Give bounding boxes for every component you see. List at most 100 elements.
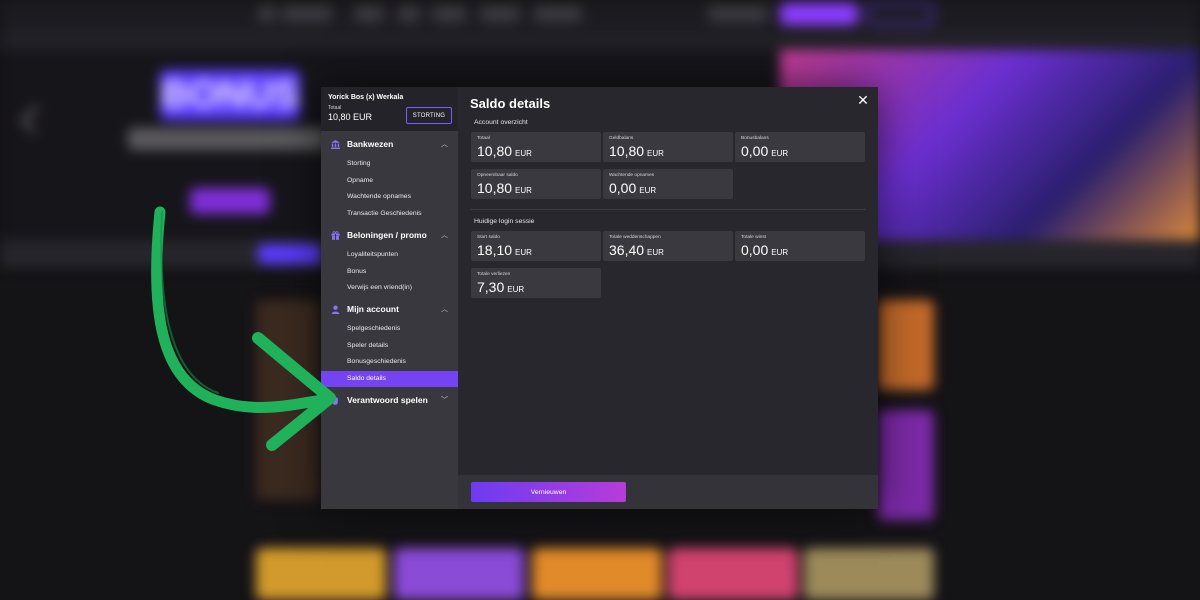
bg-game-tile	[394, 548, 524, 600]
bg-hero-bonus-text: BONUS	[160, 70, 300, 120]
user-icon	[331, 305, 340, 314]
balance-card-bonusbalans: Bonusbalans 0,00 EUR	[735, 132, 865, 162]
sidebar-item-saldo-details[interactable]: Saldo details	[321, 370, 458, 387]
balance-card-currency: EUR	[647, 149, 664, 158]
bg-game-tile	[878, 410, 934, 520]
chevron-down-icon: ﹀	[441, 397, 448, 404]
balance-card-label: Opneembaar saldo	[477, 173, 518, 178]
saldo-details-panel: Saldo details ✕ Account overzicht Totaal…	[458, 87, 878, 509]
modal-title: Saldo details	[470, 96, 551, 111]
sidebar-section-title: Mijn account	[347, 304, 399, 314]
sidebar-item-opname[interactable]: Opname	[321, 173, 458, 190]
bg-nav-item	[398, 6, 420, 22]
balance-card-value: 10,80	[609, 143, 645, 159]
session-card-value: 18,10	[477, 242, 513, 258]
session-card-value: 0,00	[741, 242, 769, 258]
balance-card-value: 0,00	[741, 143, 769, 159]
bg-nav-item	[282, 6, 332, 22]
bg-hero-button	[190, 188, 270, 214]
bg-hero-subtitle	[128, 128, 328, 150]
sidebar-section-my-account: Mijn account ︿ Spelgeschiedenis Speler d…	[321, 302, 458, 387]
chevron-up-icon: ︿	[441, 232, 448, 239]
bg-nav-item	[480, 6, 520, 22]
session-card-label: Totale winst	[741, 235, 767, 240]
sidebar-item-bonusgeschiedenis[interactable]: Bonusgeschiedenis	[321, 354, 458, 371]
deposit-button[interactable]: STORTING	[406, 107, 452, 124]
balance-card-geldbalans: Geldbalans 10,80 EUR	[603, 132, 733, 162]
bg-cta-button	[780, 3, 858, 25]
bg-top-navigation	[0, 0, 1200, 30]
session-card-currency: EUR	[515, 248, 532, 257]
sidebar-item-wachtende-opnames[interactable]: Wachtende opnames	[321, 189, 458, 206]
sidebar-section-header-responsible-gaming[interactable]: Verantwoord spelen ﹀	[321, 393, 458, 409]
balance-card-value: 0,00	[609, 180, 637, 196]
account-sidebar: Yorick Bos (x) Werkala Totaal 10,80 EUR …	[321, 87, 458, 509]
session-card-totale-weddenschappen: Totale weddenschappen 36,40 EUR	[603, 231, 733, 261]
session-card-label: Totale verliezen	[477, 272, 511, 277]
balance-card-currency: EUR	[515, 186, 532, 195]
hand-icon	[331, 396, 340, 405]
account-overview-label: Account overzicht	[474, 119, 528, 126]
sidebar-section-title: Bankwezen	[347, 139, 394, 149]
bg-game-tile	[804, 548, 934, 600]
session-card-totale-winst: Totale winst 0,00 EUR	[735, 231, 865, 261]
balance-card-opneembaar-saldo: Opneembaar saldo 10,80 EUR	[471, 169, 601, 199]
balance-card-currency: EUR	[515, 149, 532, 158]
sidebar-section-header-rewards[interactable]: Beloningen / promo ︿	[321, 228, 458, 244]
section-divider	[470, 209, 866, 210]
close-icon[interactable]: ✕	[856, 93, 870, 107]
chevron-up-icon: ︿	[441, 306, 448, 313]
sidebar-section-header-banking[interactable]: Bankwezen ︿	[321, 137, 458, 153]
session-card-start-saldo: Start saldo 18,10 EUR	[471, 231, 601, 261]
account-name: Yorick Bos (x) Werkala	[328, 94, 404, 101]
balance-card-currency: EUR	[771, 149, 789, 158]
balance-card-label: Geldbalans	[609, 136, 634, 141]
account-header: Yorick Bos (x) Werkala Totaal 10,80 EUR …	[321, 87, 458, 131]
session-card-value: 7,30	[477, 279, 505, 295]
bg-category-active	[258, 244, 322, 264]
sidebar-section-title: Beloningen / promo	[347, 230, 427, 240]
modal-footer: Vernieuwen	[458, 475, 878, 509]
sidebar-item-verwijs-een-vriend[interactable]: Verwijs een vriend(in)	[321, 280, 458, 297]
sidebar-item-spelgeschiedenis[interactable]: Spelgeschiedenis	[321, 321, 458, 338]
session-card-label: Start saldo	[477, 235, 500, 240]
bg-nav-item	[432, 6, 466, 22]
balance-card-value: 10,80	[477, 143, 513, 159]
bg-game-tile	[668, 548, 798, 600]
sidebar-item-bonus[interactable]: Bonus	[321, 264, 458, 281]
session-card-totale-verliezen: Totale verliezen 7,30 EUR	[471, 268, 601, 298]
sidebar-item-transactie-geschiedenis[interactable]: Transactie Geschiedenis	[321, 206, 458, 223]
bg-nav-item	[258, 6, 276, 22]
bg-nav-item	[354, 6, 384, 22]
sidebar-section-title: Verantwoord spelen	[347, 395, 428, 405]
session-card-currency: EUR	[771, 248, 789, 257]
balance-card-label: Bonusbalans	[741, 136, 769, 141]
sidebar-section-rewards: Beloningen / promo ︿ Loyaliteitspunten B…	[321, 228, 458, 297]
login-session-label: Huidige login sessie	[474, 218, 535, 225]
sidebar-section-responsible-gaming: Verantwoord spelen ﹀	[321, 393, 458, 409]
chevron-up-icon: ︿	[441, 141, 448, 148]
balance-card-label: Totaal	[477, 136, 490, 141]
session-card-currency: EUR	[647, 248, 664, 257]
sidebar-item-loyaliteitspunten[interactable]: Loyaliteitspunten	[321, 247, 458, 264]
bg-game-tile	[256, 300, 320, 500]
sidebar-item-speler-details[interactable]: Speler details	[321, 338, 458, 355]
sidebar-section-banking: Bankwezen ︿ Storting Opname Wachtende op…	[321, 137, 458, 222]
sidebar-item-storting[interactable]: Storting	[321, 156, 458, 173]
bg-game-tile	[878, 300, 934, 390]
bg-subbar	[0, 30, 1200, 50]
bg-nav-item	[534, 6, 582, 22]
balance-card-currency: EUR	[639, 186, 657, 195]
gift-icon	[331, 231, 340, 240]
bg-nav-item	[708, 6, 768, 22]
balance-card-label: Wachtende opnames	[609, 173, 655, 178]
sidebar-section-header-my-account[interactable]: Mijn account ︿	[321, 302, 458, 318]
saldo-details-modal: Yorick Bos (x) Werkala Totaal 10,80 EUR …	[321, 87, 878, 509]
bg-cta-button	[866, 3, 934, 25]
balance-card-wachtende-opnames: Wachtende opnames 0,00 EUR	[603, 169, 733, 199]
balance-card-totaal: Totaal 10,80 EUR	[471, 132, 601, 162]
refresh-button[interactable]: Vernieuwen	[471, 482, 626, 502]
session-card-value: 36,40	[609, 242, 645, 258]
bg-game-tile	[256, 548, 386, 600]
session-card-currency: EUR	[507, 285, 525, 294]
